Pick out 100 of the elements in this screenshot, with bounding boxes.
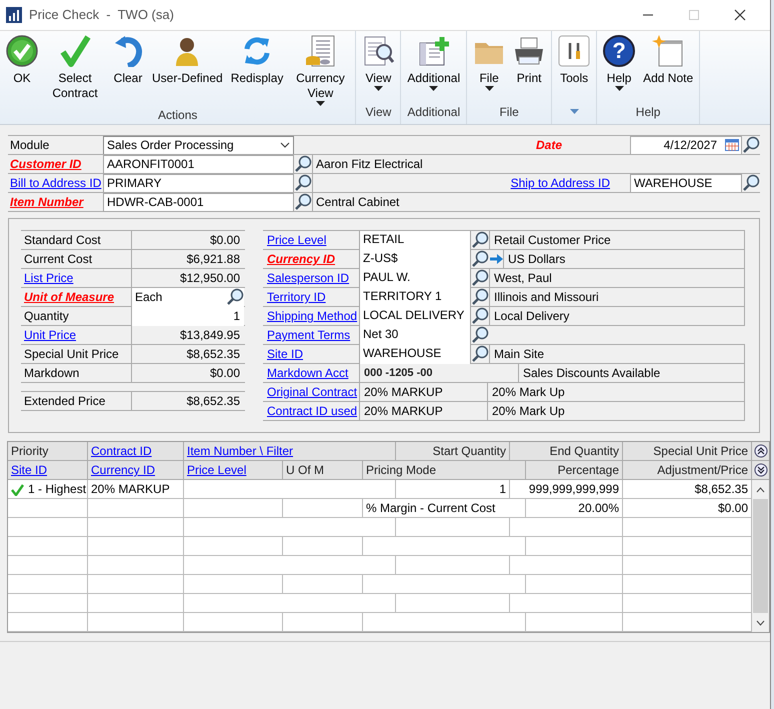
group-label: Actions	[158, 107, 198, 124]
caret-icon[interactable]	[570, 109, 579, 114]
field-link[interactable]: Territory ID	[267, 290, 326, 304]
table-cell-text: 1	[499, 481, 506, 498]
input-field[interactable]: Each	[131, 288, 244, 306]
ribbon-button[interactable]: Print	[509, 31, 550, 86]
field-link[interactable]: Original Contract	[267, 385, 358, 399]
table-cell-text: $8,652.35	[694, 481, 748, 498]
field-label: Special Unit Price	[24, 347, 119, 361]
ribbon-button[interactable]: View	[358, 31, 398, 91]
field-link[interactable]: Ship to Address ID	[510, 174, 610, 192]
search-icon[interactable]	[471, 307, 489, 325]
description-text: Local Delivery	[489, 306, 745, 326]
field-link[interactable]: Markdown Acct	[267, 366, 348, 380]
description-text: Illinois and Missouri	[489, 288, 745, 306]
input-field[interactable]: LOCAL DELIVERY	[359, 306, 471, 326]
column-header[interactable]: Site ID	[8, 461, 88, 480]
search-icon[interactable]	[742, 136, 760, 154]
field-link[interactable]: Payment Terms	[267, 328, 350, 342]
date-field[interactable]: 4/12/2027	[630, 136, 742, 154]
input-field[interactable]: WAREHOUSE	[630, 174, 742, 192]
table-cell-text: 20% MARKUP	[91, 481, 170, 498]
field-link[interactable]: Bill to Address ID	[10, 176, 102, 190]
group-label: View	[366, 104, 392, 121]
ribbon-button[interactable]: Tools	[554, 31, 594, 86]
input-field[interactable]: WAREHOUSE	[359, 344, 471, 364]
scrollbar[interactable]	[752, 480, 769, 632]
search-icon[interactable]	[471, 345, 489, 363]
arrow-right-icon[interactable]	[489, 253, 503, 265]
ribbon-button[interactable]: Clear	[108, 31, 148, 86]
description-text: US Dollars	[503, 250, 745, 268]
field-link[interactable]: Unit Price	[24, 328, 76, 342]
document-coins-icon	[304, 35, 336, 67]
field-link[interactable]: Item Number	[10, 195, 84, 209]
search-icon[interactable]	[471, 231, 489, 249]
input-field[interactable]: Net 30	[359, 326, 471, 344]
help-icon: ?	[603, 35, 636, 67]
description-text: Retail Customer Price	[489, 230, 745, 250]
field-label: Standard Cost	[24, 233, 101, 247]
search-icon[interactable]	[294, 174, 312, 192]
dropdown[interactable]: Sales Order Processing	[103, 136, 294, 154]
ribbon-button[interactable]: Select Contract	[42, 31, 108, 101]
field-link[interactable]: Customer ID	[10, 157, 82, 171]
search-icon[interactable]	[471, 250, 489, 268]
search-icon[interactable]	[471, 326, 489, 344]
input-field[interactable]: Z-US$	[359, 250, 471, 268]
ribbon-button[interactable]: Currency View	[287, 31, 354, 106]
description-text: 20% Mark Up	[487, 382, 745, 402]
field-link[interactable]: Currency ID	[267, 252, 336, 266]
ribbon-button[interactable]: Additional	[403, 31, 464, 91]
value-text: $0.00	[131, 364, 244, 382]
value-text: 20% MARKUP	[359, 402, 487, 420]
input-field[interactable]: HDWR-CAB-0001	[103, 192, 294, 212]
search-icon[interactable]	[471, 288, 489, 306]
value-text: 000 -1205 -00	[359, 364, 518, 382]
field-label: Extended Price	[24, 394, 106, 408]
input-field[interactable]: PAUL W.	[359, 268, 471, 288]
table-cell-text: $0.00	[718, 500, 748, 517]
ribbon-button[interactable]: File	[469, 31, 510, 91]
search-icon[interactable]	[226, 288, 244, 306]
field-link[interactable]: Unit of Measure	[24, 290, 114, 304]
ribbon-button[interactable]: User-Defined	[148, 31, 227, 86]
scroll-up-icon[interactable]	[756, 486, 765, 492]
description-text: 20% Mark Up	[487, 402, 745, 420]
field-link[interactable]: Shipping Method	[267, 309, 358, 323]
calendar-icon[interactable]	[725, 139, 739, 151]
search-icon[interactable]	[742, 174, 760, 192]
ribbon-button[interactable]: Redisplay	[226, 31, 288, 86]
search-icon[interactable]	[294, 193, 312, 211]
column-header: Adjustment/Price	[623, 461, 752, 480]
search-icon[interactable]	[294, 155, 312, 173]
field-link[interactable]: List Price	[24, 271, 74, 285]
input-field[interactable]: AARONFIT0001	[103, 154, 294, 174]
input-field[interactable]: TERRITORY 1	[359, 288, 471, 306]
field-link[interactable]: Price Level	[267, 233, 326, 247]
table-cell-text: 999,999,999,999	[528, 481, 619, 498]
printer-icon	[513, 35, 546, 67]
double-chevron-down-icon[interactable]	[754, 463, 768, 477]
ribbon-button[interactable]: OK	[2, 31, 42, 86]
input-field[interactable]: PRIMARY	[103, 174, 294, 192]
close-icon[interactable]	[734, 9, 746, 21]
column-header[interactable]: Price Level	[184, 461, 283, 480]
input-field[interactable]: RETAIL	[359, 230, 471, 250]
field-label: Markdown	[24, 366, 80, 380]
ribbon-button[interactable]: Add Note	[639, 31, 698, 86]
search-icon[interactable]	[471, 269, 489, 287]
field-link[interactable]: Contract ID used	[267, 404, 358, 418]
double-chevron-up-icon[interactable]	[754, 444, 768, 458]
column-header[interactable]: Currency ID	[88, 461, 184, 480]
scroll-down-icon[interactable]	[756, 620, 765, 626]
field-label: Quantity	[24, 309, 69, 323]
input-field[interactable]: 1	[131, 306, 244, 326]
field-link[interactable]: Site ID	[267, 347, 304, 361]
table-cell-text: 20.00%	[578, 500, 619, 517]
value-text: $0.00	[131, 230, 244, 250]
ribbon-button[interactable]: ? Help	[599, 31, 640, 91]
field-link[interactable]: Salesperson ID	[267, 271, 350, 285]
scrollbar-thumb[interactable]	[753, 499, 768, 613]
group-label: Additional	[407, 104, 460, 121]
column-header: Pricing Mode	[363, 461, 526, 480]
